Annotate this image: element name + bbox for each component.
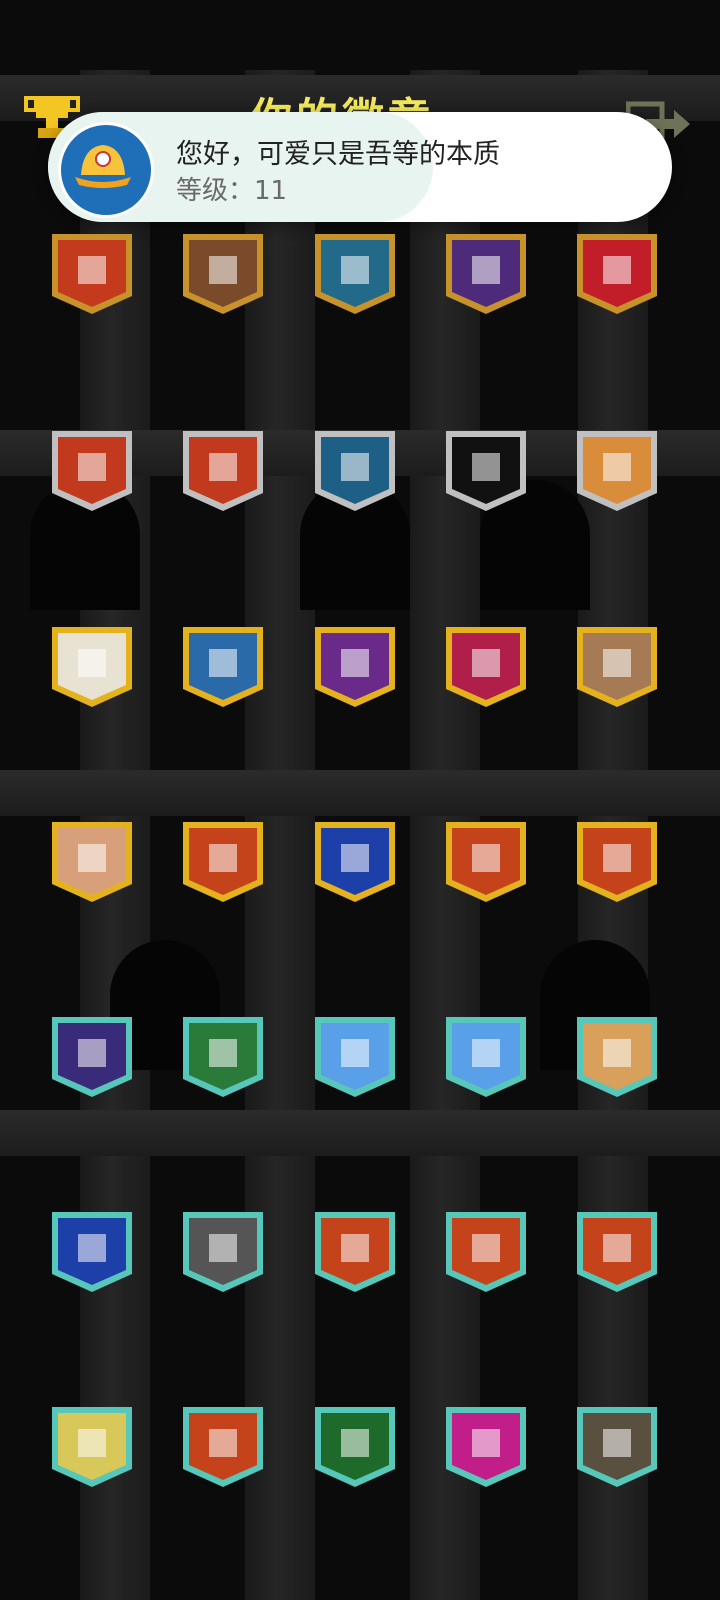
dark-blob-badge[interactable]	[442, 818, 530, 904]
cloud-badge[interactable]	[311, 1013, 399, 1099]
speech-bubble-badge[interactable]	[48, 623, 136, 709]
pot-badge[interactable]	[48, 818, 136, 904]
elder-portrait-badge[interactable]	[48, 230, 136, 316]
plus-teal-badge[interactable]	[311, 1208, 399, 1294]
cross-silver-badge[interactable]	[48, 427, 136, 513]
diamond-badge[interactable]	[442, 1208, 530, 1294]
bar-chart-badge[interactable]	[311, 1403, 399, 1489]
pawn-badge[interactable]	[179, 1013, 267, 1099]
cookie-badge[interactable]	[573, 623, 661, 709]
chest-badge[interactable]	[48, 1403, 136, 1489]
plus-gold-badge[interactable]	[179, 818, 267, 904]
sunglasses-badge[interactable]	[573, 230, 661, 316]
hat-badge[interactable]	[573, 818, 661, 904]
sword-badge[interactable]	[179, 623, 267, 709]
notification-level: 等级：11	[176, 176, 288, 206]
beam	[0, 1110, 720, 1156]
skull-badge[interactable]	[442, 427, 530, 513]
crown-badge[interactable]	[573, 1208, 661, 1294]
rainbow-gem-badge[interactable]	[311, 818, 399, 904]
gold-coin-badge[interactable]	[311, 623, 399, 709]
plus-silver-badge[interactable]	[179, 427, 267, 513]
locked-chest-badge[interactable]	[573, 1403, 661, 1489]
blonde-portrait-badge[interactable]	[311, 230, 399, 316]
beam	[0, 770, 720, 816]
rainbow-orb-badge[interactable]	[48, 1208, 136, 1294]
padlock-badge[interactable]	[442, 623, 530, 709]
phone-badge[interactable]	[179, 1208, 267, 1294]
notification-banner[interactable]: 您好，可爱只是吾等的本质 等级：11	[48, 112, 672, 222]
trophy-badge[interactable]	[442, 1403, 530, 1489]
grave-cross-badge[interactable]	[442, 1013, 530, 1099]
card-badge[interactable]	[573, 1013, 661, 1099]
notification-title: 您好，可爱只是吾等的本质	[176, 139, 500, 170]
boy-portrait-badge[interactable]	[179, 230, 267, 316]
fish-badge[interactable]	[311, 427, 399, 513]
up-arrow-badge[interactable]	[48, 1013, 136, 1099]
rainbow-orb-2-badge[interactable]	[179, 1403, 267, 1489]
baseball-cap-icon	[58, 122, 154, 218]
girl-portrait-badge[interactable]	[442, 230, 530, 316]
briefcase-badge[interactable]	[573, 427, 661, 513]
